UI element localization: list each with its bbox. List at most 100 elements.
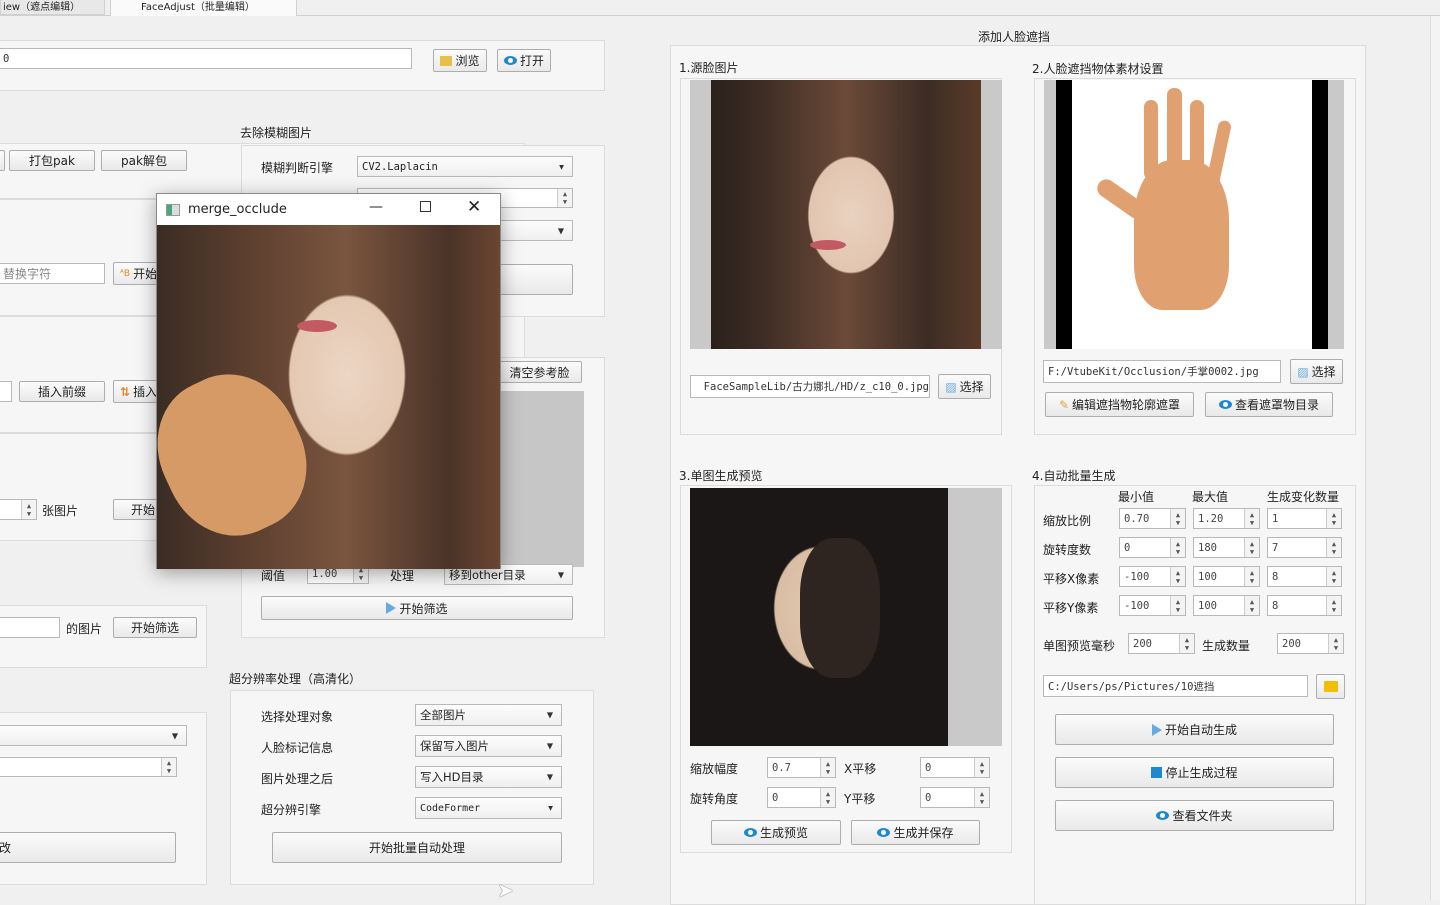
bottom-combo[interactable]: ▼: [0, 725, 187, 746]
minimize-button[interactable]: —: [369, 199, 383, 215]
yshift-label: Y平移: [844, 792, 876, 806]
sr-label-target: 选择处理对象: [261, 710, 334, 724]
s2-title: 2.人脸遮挡物体素材设置: [1032, 62, 1164, 76]
ref-start-filter-button[interactable]: 开始筛选: [261, 596, 573, 620]
eye-icon: [503, 56, 517, 65]
vertical-scrollbar[interactable]: [1430, 16, 1440, 900]
image-icon: ▨: [945, 379, 957, 394]
sr-label-engine: 超分辨引擎: [261, 803, 322, 817]
batch-max-spin[interactable]: 100 ▲ ▼: [1193, 595, 1260, 616]
open-button[interactable]: 打开: [497, 49, 551, 72]
batch-row-label: 旋转度数: [1043, 543, 1092, 557]
batch-min-spin[interactable]: 0 ▲ ▼: [1119, 537, 1186, 558]
source-face-image: [690, 80, 1002, 349]
xshift-spin[interactable]: 0 ▲ ▼: [920, 757, 990, 778]
yshift-spin[interactable]: 0 ▲ ▼: [920, 787, 990, 808]
path-input[interactable]: 0: [0, 48, 412, 69]
batch-max-spin[interactable]: 100 ▲ ▼: [1193, 566, 1260, 587]
sr-landmark-combo[interactable]: 保留写入图片 ▼: [415, 735, 562, 757]
output-folder-button[interactable]: [1316, 674, 1345, 699]
window-title: merge_occlude: [188, 202, 287, 217]
batch-count-spin[interactable]: 8 ▲ ▼: [1267, 566, 1342, 587]
mouse-cursor-icon: ➤: [497, 878, 514, 902]
of-images-label: 的图片: [66, 622, 103, 636]
xshift-label: X平移: [844, 762, 877, 776]
eye-icon: [1218, 400, 1232, 409]
occluder-image: [1044, 80, 1344, 349]
batch-row-label: 平移Y像素: [1043, 601, 1099, 615]
view-mask-dir-button[interactable]: 查看遮罩物目录: [1205, 392, 1333, 417]
image-icon: ▨: [1297, 364, 1309, 379]
play-icon: [386, 602, 397, 614]
sr-target-combo[interactable]: 全部图片 ▼: [415, 704, 562, 726]
folder-icon: [1323, 681, 1338, 692]
occluder-path-input[interactable]: F:/VtubeKit/Occlusion/手掌0002.jpg: [1043, 360, 1281, 383]
batch-min-spin[interactable]: 0.70 ▲ ▼: [1119, 508, 1186, 529]
engine-label: 模糊判断引擎: [261, 161, 334, 175]
tab-point-edit[interactable]: iew（遮点编辑）: [0, 0, 105, 15]
images-label: 张图片: [42, 504, 79, 518]
pack-pak-button[interactable]: 打包pak: [9, 150, 95, 171]
occlusion-title: 添加人脸遮挡: [978, 30, 1051, 44]
prefix-input[interactable]: [0, 381, 12, 402]
unpack-pak-button[interactable]: pak解包: [101, 150, 187, 171]
blur-title: 去除模糊图片: [240, 126, 313, 140]
ref-face-image: [497, 391, 584, 567]
preview-image: [690, 488, 1002, 746]
app-icon: [166, 203, 180, 216]
sr-engine-combo[interactable]: CodeFormer ▼: [415, 797, 562, 819]
replace-input[interactable]: 替换字符: [0, 263, 105, 284]
window-titlebar[interactable]: merge_occlude — ✕: [157, 194, 500, 225]
occluder-select-button[interactable]: ▨ 选择: [1290, 359, 1343, 384]
sr-label-landmark: 人脸标记信息: [261, 741, 334, 755]
batch-row-label: 缩放比例: [1043, 514, 1092, 528]
rotation-spin[interactable]: 0 ▲ ▼: [767, 787, 836, 808]
start-filter-button[interactable]: 开始筛选: [113, 617, 197, 638]
edit-mask-button[interactable]: ✎ 编辑遮挡物轮廓遮罩: [1045, 392, 1194, 417]
batch-count-spin[interactable]: 7 ▲ ▼: [1267, 537, 1342, 558]
maximize-button[interactable]: [420, 201, 431, 212]
header-count: 生成变化数量: [1267, 490, 1340, 504]
s3-title: 3.单图生成预览: [679, 469, 763, 483]
clear-ref-button[interactable]: 清空参考脸: [497, 361, 582, 383]
replace-icon: ᴬB: [120, 268, 131, 279]
batch-count-spin[interactable]: 1 ▲ ▼: [1267, 508, 1342, 529]
sr-start-button[interactable]: 开始批量自动处理: [272, 832, 562, 863]
batch-max-spin[interactable]: 1.20 ▲ ▼: [1193, 508, 1260, 529]
sr-after-combo[interactable]: 写入HD目录 ▼: [415, 766, 562, 788]
stop-generate-button[interactable]: 停止生成过程: [1055, 757, 1334, 788]
process-label: 处理: [390, 569, 415, 583]
count-spin[interactable]: ▲ ▼: [0, 499, 37, 520]
insert-prefix-button[interactable]: 插入前缀: [19, 381, 105, 402]
generate-preview-button[interactable]: 生成预览: [711, 820, 841, 845]
header-max: 最大值: [1192, 490, 1229, 504]
preview-ms-label: 单图预览毫秒: [1043, 639, 1116, 653]
bottom-spin[interactable]: ▲ ▼: [0, 757, 177, 777]
source-path-input[interactable]: FaceSampleLib/古力娜扎/HD/z_c10_0.jpg: [690, 375, 930, 398]
engine-combo[interactable]: CV2.Laplacin ▼: [357, 156, 573, 177]
batch-min-spin[interactable]: -100 ▲ ▼: [1119, 566, 1186, 587]
generate-save-button[interactable]: 生成并保存: [851, 820, 980, 845]
scale-spin[interactable]: 0.7 ▲ ▼: [767, 757, 836, 778]
merge-occlude-window: merge_occlude — ✕: [156, 193, 501, 569]
view-folder-button[interactable]: 查看文件夹: [1055, 800, 1334, 831]
batch-min-spin[interactable]: -100 ▲ ▼: [1119, 595, 1186, 616]
partial-button[interactable]: [0, 150, 5, 171]
gen-count-spin[interactable]: 200 ▲ ▼: [1277, 633, 1344, 654]
sort-icon: ⇅: [120, 384, 131, 399]
output-path-input[interactable]: C:/Users/ps/Pictures/10遮挡: [1043, 675, 1308, 697]
start-auto-generate-button[interactable]: 开始自动生成: [1055, 714, 1334, 745]
s4-title: 4.自动批量生成: [1032, 469, 1116, 483]
play-icon: [1151, 723, 1162, 736]
batch-count-spin[interactable]: 8 ▲ ▼: [1267, 595, 1342, 616]
filter-input[interactable]: [0, 617, 60, 638]
source-select-button[interactable]: ▨ 选择: [938, 374, 991, 399]
batch-max-spin[interactable]: 180 ▲ ▼: [1193, 537, 1260, 558]
eye-icon: [1156, 811, 1170, 820]
close-button[interactable]: ✕: [467, 197, 481, 217]
browse-button[interactable]: 浏览: [433, 49, 487, 72]
tab-face-adjust[interactable]: FaceAdjust（批量编辑）: [110, 0, 297, 16]
batch-row-label: 平移X像素: [1043, 572, 1100, 586]
preview-ms-spin[interactable]: 200 ▲ ▼: [1128, 633, 1195, 654]
bottom-button[interactable]: 改: [0, 832, 176, 863]
